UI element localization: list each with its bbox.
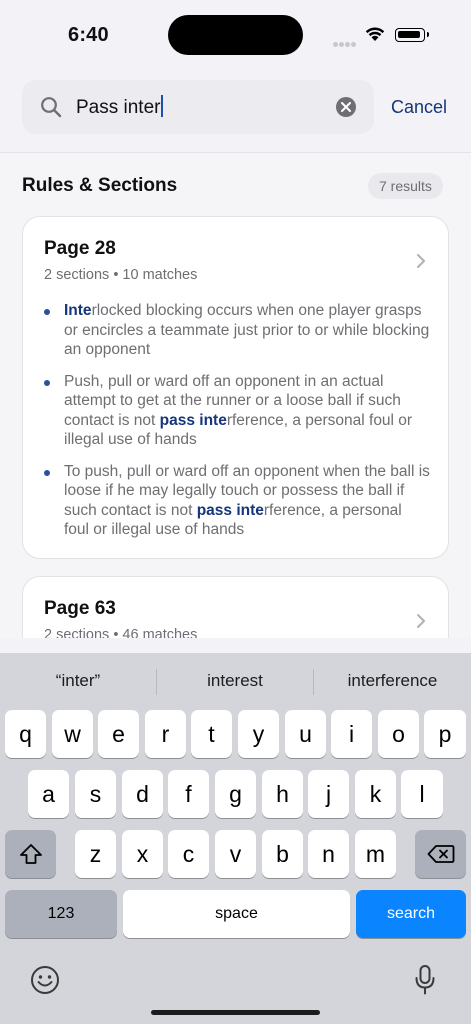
key-s[interactable]: s bbox=[75, 770, 116, 818]
match-snippet: Interlocked blocking occurs when one pla… bbox=[44, 301, 430, 360]
match-snippet: To push, pull or ward off an opponent wh… bbox=[44, 462, 430, 540]
space-key[interactable]: space bbox=[123, 890, 350, 938]
suggestion-item[interactable]: interest bbox=[157, 671, 313, 691]
home-indicator bbox=[151, 1010, 320, 1015]
key-h[interactable]: h bbox=[262, 770, 303, 818]
match-snippet: Push, pull or ward off an opponent in an… bbox=[44, 372, 430, 450]
cancel-button[interactable]: Cancel bbox=[391, 97, 447, 118]
chevron-right-icon bbox=[416, 613, 426, 634]
dynamic-island bbox=[168, 15, 303, 55]
numbers-key[interactable]: 123 bbox=[5, 890, 117, 938]
key-t[interactable]: t bbox=[191, 710, 232, 758]
key-o[interactable]: o bbox=[378, 710, 419, 758]
text-caret bbox=[161, 95, 164, 117]
key-u[interactable]: u bbox=[285, 710, 326, 758]
clear-search-icon[interactable] bbox=[336, 97, 356, 117]
battery-icon bbox=[395, 28, 429, 42]
results-count-badge: 7 results bbox=[368, 173, 443, 199]
search-header: Pass inter Cancel bbox=[0, 60, 471, 152]
key-n[interactable]: n bbox=[308, 830, 349, 878]
status-bar: 6:40 bbox=[0, 0, 471, 60]
key-m[interactable]: m bbox=[355, 830, 396, 878]
suggestion-item[interactable]: interference bbox=[314, 671, 471, 691]
key-b[interactable]: b bbox=[262, 830, 303, 878]
key-p[interactable]: p bbox=[424, 710, 466, 758]
delete-key[interactable] bbox=[415, 830, 466, 878]
results-list[interactable]: Rules & Sections 7 results Page 28 2 sec… bbox=[0, 153, 471, 638]
screen: 6:40 Pass inter Cancel Rules & Sections … bbox=[0, 0, 471, 1024]
match-highlight: pass inte bbox=[196, 501, 264, 519]
match-list: Interlocked blocking occurs when one pla… bbox=[44, 301, 430, 552]
section-title: Rules & Sections bbox=[22, 175, 178, 196]
key-k[interactable]: k bbox=[355, 770, 396, 818]
key-z[interactable]: z bbox=[75, 830, 116, 878]
result-card[interactable]: Page 63 2 sections • 46 matches bbox=[22, 576, 449, 638]
key-r[interactable]: r bbox=[145, 710, 186, 758]
microphone-icon[interactable] bbox=[414, 964, 436, 1001]
key-c[interactable]: c bbox=[168, 830, 209, 878]
card-meta: 2 sections • 46 matches bbox=[44, 627, 198, 638]
key-q[interactable]: q bbox=[5, 710, 46, 758]
search-field[interactable]: Pass inter bbox=[22, 80, 374, 134]
key-y[interactable]: y bbox=[238, 710, 279, 758]
shift-key[interactable] bbox=[5, 830, 56, 878]
status-time: 6:40 bbox=[68, 24, 109, 46]
search-input[interactable]: Pass inter bbox=[76, 95, 164, 119]
key-l[interactable]: l bbox=[401, 770, 443, 818]
shift-icon bbox=[19, 844, 42, 864]
card-title: Page 63 bbox=[44, 598, 116, 619]
match-highlight: Inte bbox=[64, 302, 92, 319]
search-icon bbox=[40, 96, 62, 123]
suggestion-item[interactable]: “inter” bbox=[0, 671, 156, 691]
search-query: Pass inter bbox=[76, 97, 161, 118]
key-d[interactable]: d bbox=[122, 770, 163, 818]
backspace-icon bbox=[427, 845, 454, 863]
key-w[interactable]: w bbox=[52, 710, 93, 758]
wifi-icon bbox=[364, 24, 386, 47]
match-highlight: pass inte bbox=[159, 411, 227, 429]
card-meta: 2 sections • 10 matches bbox=[44, 267, 198, 283]
search-key[interactable]: search bbox=[356, 890, 466, 938]
chevron-right-icon bbox=[416, 253, 426, 274]
key-v[interactable]: v bbox=[215, 830, 256, 878]
emoji-icon[interactable] bbox=[30, 965, 60, 1000]
key-i[interactable]: i bbox=[331, 710, 372, 758]
key-x[interactable]: x bbox=[122, 830, 163, 878]
cellular-signal-icon bbox=[333, 34, 357, 52]
card-title: Page 28 bbox=[44, 238, 116, 259]
key-f[interactable]: f bbox=[168, 770, 209, 818]
keyboard: “inter” interest interference q w e r t … bbox=[0, 653, 471, 1024]
key-e[interactable]: e bbox=[98, 710, 139, 758]
result-card[interactable]: Page 28 2 sections • 10 matches Interloc… bbox=[22, 216, 449, 559]
bullet-dot bbox=[44, 379, 50, 386]
key-j[interactable]: j bbox=[308, 770, 349, 818]
key-g[interactable]: g bbox=[215, 770, 256, 818]
suggestion-bar: “inter” interest interference bbox=[0, 653, 471, 708]
key-a[interactable]: a bbox=[28, 770, 69, 818]
bullet-dot bbox=[44, 469, 50, 476]
bullet-dot bbox=[44, 309, 50, 315]
